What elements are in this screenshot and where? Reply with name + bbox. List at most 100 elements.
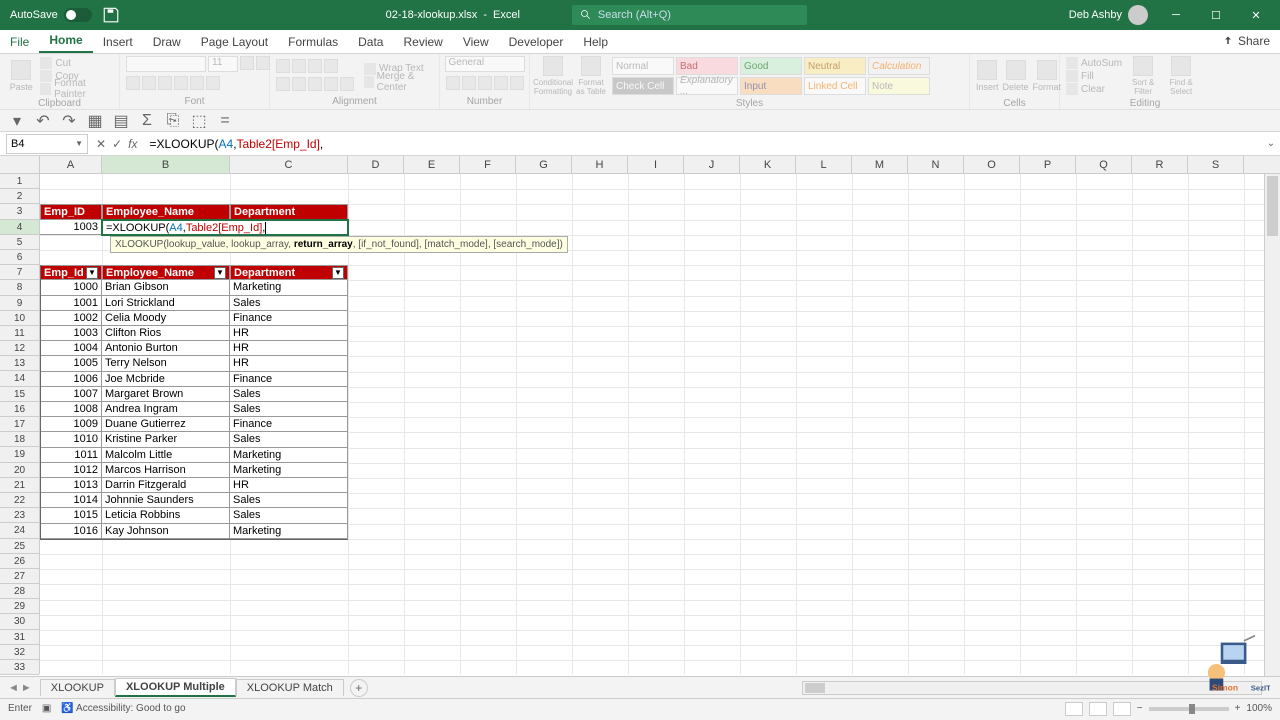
table-cell[interactable]: 1013 bbox=[40, 478, 102, 493]
table-cell[interactable]: HR bbox=[230, 326, 348, 341]
orientation-icon[interactable] bbox=[324, 59, 338, 73]
format-as-table-button[interactable]: Format as Table bbox=[574, 56, 608, 96]
user-name[interactable]: Deb Ashby bbox=[1069, 9, 1122, 21]
format-painter-button[interactable]: Format Painter bbox=[40, 83, 113, 95]
table-cell[interactable]: Marketing bbox=[230, 524, 348, 539]
row-header-23[interactable]: 23 bbox=[0, 508, 39, 523]
accessibility-status[interactable]: ♿ Accessibility: Good to go bbox=[61, 703, 185, 714]
customize-qat-icon[interactable]: ▾ bbox=[8, 113, 26, 129]
sheet-tab-3[interactable]: XLOOKUP Match bbox=[236, 679, 344, 696]
align-top-icon[interactable] bbox=[276, 59, 290, 73]
filter-button[interactable]: ▼ bbox=[332, 267, 344, 279]
row-header-33[interactable]: 33 bbox=[0, 660, 39, 675]
table-cell[interactable]: Lori Strickland bbox=[102, 296, 230, 311]
add-sheet-button[interactable]: + bbox=[350, 679, 368, 697]
row-header-16[interactable]: 16 bbox=[0, 402, 39, 417]
align-left-icon[interactable] bbox=[276, 77, 290, 91]
font-color-icon[interactable] bbox=[206, 76, 220, 90]
style-note[interactable]: Note bbox=[868, 77, 930, 95]
table-cell[interactable]: 1012 bbox=[40, 463, 102, 478]
cut-button[interactable]: Cut bbox=[40, 57, 113, 69]
table-cell[interactable]: Celia Moody bbox=[102, 311, 230, 326]
select-all-corner[interactable] bbox=[0, 156, 40, 173]
sort-filter-button[interactable]: Sort & Filter bbox=[1126, 56, 1160, 96]
autosave-toggle[interactable] bbox=[64, 8, 92, 22]
scrollbar-thumb[interactable] bbox=[1267, 176, 1278, 236]
column-header-I[interactable]: I bbox=[628, 156, 684, 173]
table-cell[interactable]: 1008 bbox=[40, 402, 102, 417]
row-header-3[interactable]: 3 bbox=[0, 204, 39, 219]
table-cell[interactable]: Finance bbox=[230, 372, 348, 387]
row-header-1[interactable]: 1 bbox=[0, 174, 39, 189]
editing-cell[interactable]: =XLOOKUP(A4,Table2[Emp_Id], bbox=[102, 220, 348, 235]
sheet-tab-1[interactable]: XLOOKUP bbox=[40, 679, 115, 696]
font-family-selector[interactable] bbox=[126, 56, 206, 72]
scrollbar-thumb[interactable] bbox=[805, 683, 825, 693]
tab-home[interactable]: Home bbox=[39, 29, 92, 53]
indent-dec-icon[interactable] bbox=[324, 77, 338, 91]
table-cell[interactable]: 1011 bbox=[40, 448, 102, 463]
tab-review[interactable]: Review bbox=[393, 31, 452, 53]
conditional-formatting-button[interactable]: Conditional Formatting bbox=[536, 56, 570, 96]
row-header-27[interactable]: 27 bbox=[0, 569, 39, 584]
format-cells-button[interactable]: Format bbox=[1033, 56, 1062, 96]
table-cell[interactable]: Sales bbox=[230, 402, 348, 417]
tab-draw[interactable]: Draw bbox=[143, 31, 191, 53]
sheet-tab-2[interactable]: XLOOKUP Multiple bbox=[115, 678, 236, 697]
percent-icon[interactable] bbox=[462, 76, 476, 90]
table-header-name[interactable]: Employee_Name▼ bbox=[102, 265, 230, 280]
table-cell[interactable]: Margaret Brown bbox=[102, 387, 230, 402]
find-select-button[interactable]: Find & Select bbox=[1164, 56, 1198, 96]
enter-formula-button[interactable]: ✓ bbox=[112, 137, 122, 151]
table-header-empid[interactable]: Emp_Id▼ bbox=[40, 265, 102, 280]
table-cell[interactable]: Finance bbox=[230, 417, 348, 432]
table-cell[interactable]: Brian Gibson bbox=[102, 280, 230, 295]
avatar[interactable] bbox=[1128, 5, 1148, 25]
table-cell[interactable]: Sales bbox=[230, 296, 348, 311]
result-header-empid[interactable]: Emp_ID bbox=[40, 204, 102, 219]
table-cell[interactable]: Sales bbox=[230, 432, 348, 447]
dec-decimal-icon[interactable] bbox=[510, 76, 524, 90]
view-page-break-button[interactable] bbox=[1113, 702, 1131, 716]
column-header-K[interactable]: K bbox=[740, 156, 796, 173]
share-button[interactable]: Share bbox=[1222, 34, 1270, 48]
style-explanatory[interactable]: Explanatory ... bbox=[676, 77, 738, 95]
tab-formulas[interactable]: Formulas bbox=[278, 31, 348, 53]
table-cell[interactable]: 1016 bbox=[40, 524, 102, 539]
table-cell[interactable]: Antonio Burton bbox=[102, 341, 230, 356]
table-cell[interactable]: Kay Johnson bbox=[102, 524, 230, 539]
tab-page-layout[interactable]: Page Layout bbox=[191, 31, 278, 53]
row-header-7[interactable]: 7 bbox=[0, 265, 39, 280]
row-header-15[interactable]: 15 bbox=[0, 387, 39, 402]
table-cell[interactable]: 1003 bbox=[40, 326, 102, 341]
formula-input[interactable]: =XLOOKUP(A4,Table2[Emp_Id], bbox=[145, 137, 1262, 151]
table-cell[interactable]: Joe Mcbride bbox=[102, 372, 230, 387]
row-header-20[interactable]: 20 bbox=[0, 463, 39, 478]
align-right-icon[interactable] bbox=[308, 77, 322, 91]
column-header-R[interactable]: R bbox=[1132, 156, 1188, 173]
row-header-4[interactable]: 4 bbox=[0, 220, 39, 235]
vertical-scrollbar[interactable] bbox=[1264, 174, 1280, 676]
table-cell[interactable]: Sales bbox=[230, 387, 348, 402]
table-cell[interactable]: 1009 bbox=[40, 417, 102, 432]
zoom-out-button[interactable]: − bbox=[1137, 703, 1143, 714]
style-linked-cell[interactable]: Linked Cell bbox=[804, 77, 866, 95]
table-cell[interactable]: Darrin Fitzgerald bbox=[102, 478, 230, 493]
table-cell[interactable]: Marcos Harrison bbox=[102, 463, 230, 478]
sheet-nav-next[interactable]: ► bbox=[21, 682, 32, 694]
comma-icon[interactable] bbox=[478, 76, 492, 90]
fill-button[interactable]: Fill bbox=[1066, 70, 1122, 82]
column-header-N[interactable]: N bbox=[908, 156, 964, 173]
maximize-button[interactable]: ☐ bbox=[1196, 0, 1236, 30]
table-cell[interactable]: 1007 bbox=[40, 387, 102, 402]
currency-icon[interactable] bbox=[446, 76, 460, 90]
table-cell[interactable]: Leticia Robbins bbox=[102, 508, 230, 523]
autosum-button[interactable]: AutoSum bbox=[1066, 57, 1122, 69]
table-cell[interactable]: Marketing bbox=[230, 463, 348, 478]
qat-icon-1[interactable]: ▦ bbox=[86, 113, 104, 129]
row-header-5[interactable]: 5 bbox=[0, 235, 39, 250]
table-cell[interactable]: 1000 bbox=[40, 280, 102, 295]
table-cell[interactable]: Clifton Rios bbox=[102, 326, 230, 341]
table-cell[interactable]: 1002 bbox=[40, 311, 102, 326]
row-header-14[interactable]: 14 bbox=[0, 371, 39, 386]
